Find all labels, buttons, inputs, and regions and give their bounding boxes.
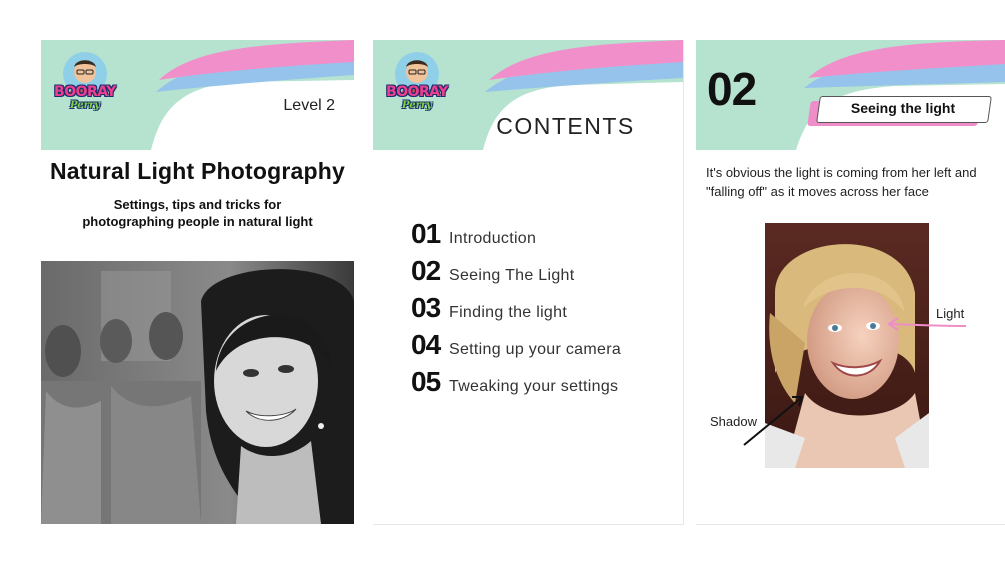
- logo-name: BOORAY: [54, 84, 116, 100]
- toc-item[interactable]: 05 Tweaking your settings: [411, 366, 681, 403]
- toc-number: 02: [411, 255, 441, 286]
- brand-logo: BOORAY Perry: [54, 50, 116, 114]
- page-title: Natural Light Photography: [49, 158, 346, 184]
- toc-label: Seeing The Light: [449, 267, 575, 284]
- page-subtitle: Settings, tips and tricks for photograph…: [82, 197, 313, 229]
- contents-heading: CONTENTS: [496, 113, 635, 139]
- chapter-title: Seeing the light: [850, 100, 956, 116]
- level-label: Level 2: [283, 97, 335, 114]
- chapter-number: 02: [707, 63, 757, 115]
- chapter-description: It's obvious the light is coming from he…: [706, 165, 977, 199]
- cover-photo: [41, 261, 354, 524]
- light-label: Light: [936, 306, 965, 321]
- shadow-label: Shadow: [710, 414, 757, 429]
- logo-name: BOORAY: [386, 84, 448, 100]
- contents-page: BOORAY Perry CONTENTS 01 Introduction 02…: [373, 40, 684, 525]
- toc-number: 01: [411, 218, 441, 249]
- brand-logo: BOORAY Perry: [386, 50, 448, 114]
- portrait-photo: [765, 223, 929, 468]
- table-of-contents: 01 Introduction 02 Seeing The Light 03 F…: [411, 218, 681, 403]
- toc-number: 05: [411, 366, 441, 397]
- chapter-page: 02 Seeing the light It's obvious the lig…: [696, 40, 1005, 525]
- logo-sub: Perry: [70, 100, 100, 111]
- toc-label: Introduction: [449, 230, 537, 247]
- toc-item[interactable]: 02 Seeing The Light: [411, 255, 681, 292]
- toc-label: Tweaking your settings: [449, 378, 619, 395]
- chapter-tag: Seeing the light: [807, 96, 992, 128]
- logo-sub: Perry: [402, 100, 432, 111]
- toc-item[interactable]: 04 Setting up your camera: [411, 329, 681, 366]
- toc-number: 03: [411, 292, 441, 323]
- toc-item[interactable]: 01 Introduction: [411, 218, 681, 255]
- cover-page: BOORAY Perry Level 2 Natural Light Photo…: [41, 40, 354, 524]
- toc-number: 04: [411, 329, 441, 360]
- toc-label: Setting up your camera: [449, 341, 622, 358]
- toc-label: Finding the light: [449, 304, 568, 321]
- toc-item[interactable]: 03 Finding the light: [411, 292, 681, 329]
